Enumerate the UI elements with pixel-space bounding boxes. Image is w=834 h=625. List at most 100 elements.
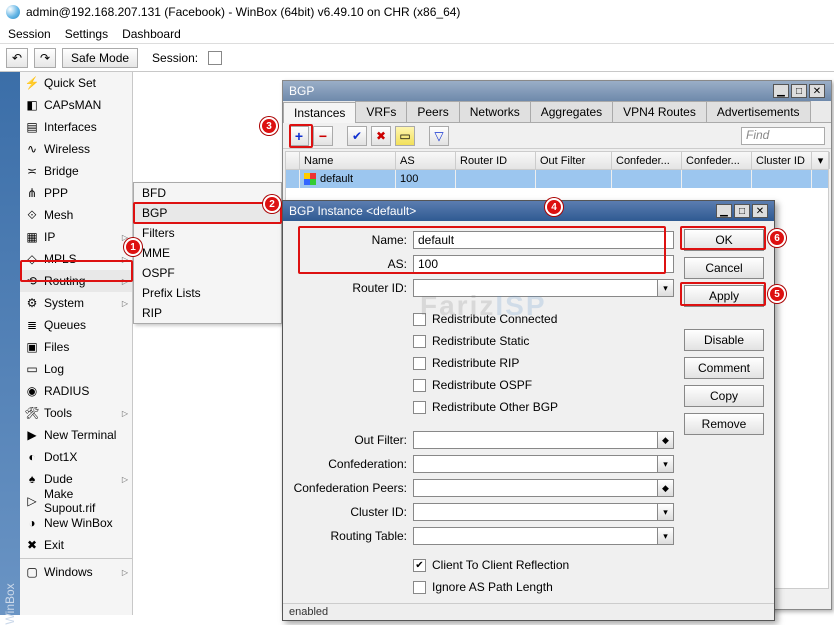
dialog-titlebar[interactable]: BGP Instance <default> ▁ □ ✕	[283, 201, 774, 221]
submenu-item-bfd[interactable]: BFD	[134, 183, 281, 203]
apply-button[interactable]: Apply	[684, 285, 764, 307]
tab-aggregates[interactable]: Aggregates	[530, 101, 613, 122]
confederation-input[interactable]: ▾	[413, 455, 674, 473]
sidebar-item-system[interactable]: ⚙System▷	[20, 292, 132, 314]
menu-item-icon: ▣	[24, 339, 40, 355]
sidebar-item-make-supout-rif[interactable]: ▷Make Supout.rif	[20, 490, 132, 512]
menu-session[interactable]: Session	[8, 27, 51, 41]
tab-advertisements[interactable]: Advertisements	[706, 101, 811, 122]
redist-rip-checkbox[interactable]	[413, 357, 426, 370]
column-header[interactable]: Confeder...	[682, 152, 752, 169]
name-input[interactable]: default	[413, 231, 674, 249]
remove-dlg-button[interactable]: Remove	[684, 413, 764, 435]
sidebar-item-quick-set[interactable]: ⚡Quick Set	[20, 72, 132, 94]
add-button[interactable]: +	[289, 126, 309, 146]
dropdown-icon[interactable]: ◆	[657, 432, 673, 448]
sidebar-item-wireless[interactable]: ∿Wireless	[20, 138, 132, 160]
tab-instances[interactable]: Instances	[283, 102, 356, 123]
sidebar-item-ppp[interactable]: ⋔PPP	[20, 182, 132, 204]
redist-static-checkbox[interactable]	[413, 335, 426, 348]
submenu-item-bgp[interactable]: BGP	[134, 203, 281, 223]
find-input[interactable]: Find	[741, 127, 825, 145]
column-header[interactable]: Name	[300, 152, 396, 169]
column-header[interactable]: Confeder...	[612, 152, 682, 169]
sidebar-item-files[interactable]: ▣Files	[20, 336, 132, 358]
router-id-input[interactable]: ▾	[413, 279, 674, 297]
sidebar-item-bridge[interactable]: ≍Bridge	[20, 160, 132, 182]
sidebar-item-new-terminal[interactable]: ▶New Terminal	[20, 424, 132, 446]
disable-button[interactable]: ✖	[371, 126, 391, 146]
comment-button[interactable]: ▭	[395, 126, 415, 146]
safe-mode-button[interactable]: Safe Mode	[62, 48, 138, 68]
disable-dlg-button[interactable]: Disable	[684, 329, 764, 351]
sidebar-item-queues[interactable]: ≣Queues	[20, 314, 132, 336]
ignore-as-path-checkbox[interactable]	[413, 581, 426, 594]
dropdown-icon[interactable]: ▾	[657, 528, 673, 544]
sidebar-item-exit[interactable]: ✖Exit	[20, 534, 132, 556]
redist-other-checkbox[interactable]	[413, 401, 426, 414]
sidebar-item-interfaces[interactable]: ▤Interfaces	[20, 116, 132, 138]
ok-button[interactable]: OK	[684, 229, 764, 251]
copy-button[interactable]: Copy	[684, 385, 764, 407]
menu-dashboard[interactable]: Dashboard	[122, 27, 181, 41]
sidebar-item-radius[interactable]: ◉RADIUS	[20, 380, 132, 402]
confederation-peers-input[interactable]: ◆	[413, 479, 674, 497]
out-filter-input[interactable]: ◆	[413, 431, 674, 449]
sidebar-item-mesh[interactable]: ⟐Mesh	[20, 204, 132, 226]
cluster-id-input[interactable]: ▾	[413, 503, 674, 521]
submenu-item-mme[interactable]: MME	[134, 243, 281, 263]
column-header[interactable]: Router ID	[456, 152, 536, 169]
tab-networks[interactable]: Networks	[459, 101, 531, 122]
sidebar-item-mpls[interactable]: ◇MPLS▷	[20, 248, 132, 270]
sidebar-item-capsman[interactable]: ◧CAPsMAN	[20, 94, 132, 116]
dropdown-icon[interactable]: ▾	[657, 504, 673, 520]
submenu-item-prefix-lists[interactable]: Prefix Lists	[134, 283, 281, 303]
dropdown-icon[interactable]: ◆	[657, 480, 673, 496]
sidebar-item-dot1x[interactable]: ◐Dot1X	[20, 446, 132, 468]
grid-spacer[interactable]	[286, 152, 300, 169]
filter-button[interactable]: ▽	[429, 126, 449, 146]
dialog-maximize-icon[interactable]: □	[734, 204, 750, 218]
minimize-icon[interactable]: ▁	[773, 84, 789, 98]
table-row[interactable]: default100	[286, 170, 828, 188]
redist-connected-checkbox[interactable]	[413, 313, 426, 326]
sidebar-item-ip[interactable]: ▦IP▷	[20, 226, 132, 248]
comment-dlg-button[interactable]: Comment	[684, 357, 764, 379]
as-input[interactable]: 100	[413, 255, 674, 273]
tab-peers[interactable]: Peers	[406, 101, 459, 122]
cluster-id-label: Cluster ID:	[293, 505, 413, 519]
submenu-item-rip[interactable]: RIP	[134, 303, 281, 323]
column-header[interactable]: AS	[396, 152, 456, 169]
dialog-close-icon[interactable]: ✕	[752, 204, 768, 218]
redist-ospf-checkbox[interactable]	[413, 379, 426, 392]
cancel-button[interactable]: Cancel	[684, 257, 764, 279]
sidebar-item-windows[interactable]: ▢Windows▷	[20, 561, 132, 583]
routing-table-input[interactable]: ▾	[413, 527, 674, 545]
enable-button[interactable]: ✔	[347, 126, 367, 146]
dropdown-icon[interactable]: ▾	[657, 456, 673, 472]
sidebar-item-tools[interactable]: 🛠Tools▷	[20, 402, 132, 424]
column-picker[interactable]: ▾	[812, 152, 830, 169]
sidebar-item-routing[interactable]: ⟲Routing▷	[20, 270, 132, 292]
close-icon[interactable]: ✕	[809, 84, 825, 98]
dialog-minimize-icon[interactable]: ▁	[716, 204, 732, 218]
dropdown-icon[interactable]: ▾	[657, 280, 673, 296]
sidebar-item-log[interactable]: ▭Log	[20, 358, 132, 380]
out-filter-label: Out Filter:	[293, 433, 413, 447]
submenu-item-filters[interactable]: Filters	[134, 223, 281, 243]
dialog-title: BGP Instance <default>	[289, 204, 416, 218]
column-header[interactable]: Cluster ID	[752, 152, 812, 169]
redo-button[interactable]: ↷	[34, 48, 56, 68]
remove-button[interactable]: −	[313, 126, 333, 146]
undo-button[interactable]: ↶	[6, 48, 28, 68]
bgp-window-titlebar[interactable]: BGP ▁ □ ✕	[283, 81, 831, 101]
sidebar-item-new-winbox[interactable]: ◑New WinBox	[20, 512, 132, 534]
tab-vrfs[interactable]: VRFs	[355, 101, 407, 122]
maximize-icon[interactable]: □	[791, 84, 807, 98]
column-header[interactable]: Out Filter	[536, 152, 612, 169]
submenu-item-ospf[interactable]: OSPF	[134, 263, 281, 283]
client-to-client-checkbox[interactable]: ✔	[413, 559, 426, 572]
redist-connected-label: Redistribute Connected	[432, 312, 557, 326]
menu-settings[interactable]: Settings	[65, 27, 108, 41]
tab-vpn4-routes[interactable]: VPN4 Routes	[612, 101, 707, 122]
